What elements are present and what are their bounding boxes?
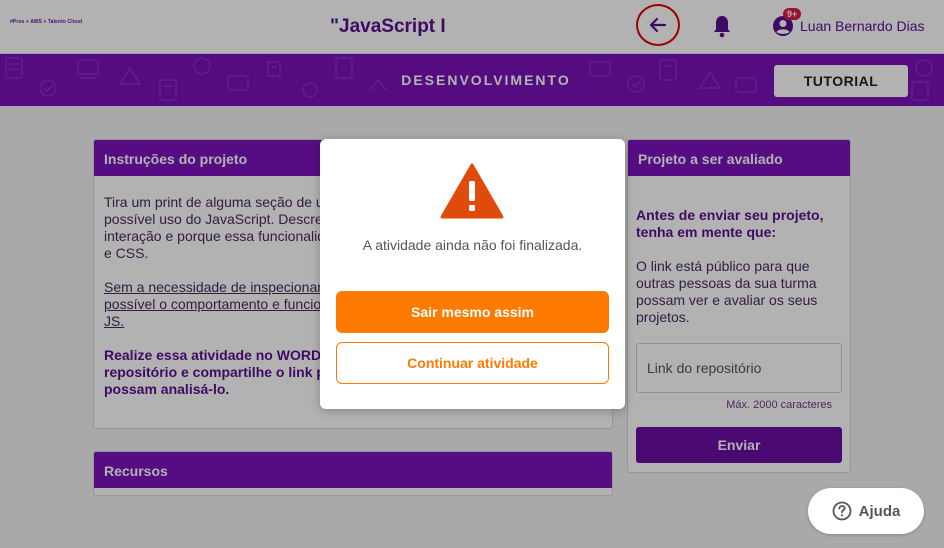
warning-icon (440, 163, 504, 219)
help-button[interactable]: Ajuda (808, 488, 924, 534)
unfinished-activity-dialog: A atividade ainda não foi finalizada. Sa… (320, 139, 625, 409)
continue-activity-button[interactable]: Continuar atividade (336, 342, 609, 384)
dialog-message: A atividade ainda não foi finalizada. (362, 237, 583, 253)
exit-anyway-button[interactable]: Sair mesmo assim (336, 291, 609, 333)
question-circle-icon (832, 501, 852, 521)
help-label: Ajuda (858, 502, 901, 520)
